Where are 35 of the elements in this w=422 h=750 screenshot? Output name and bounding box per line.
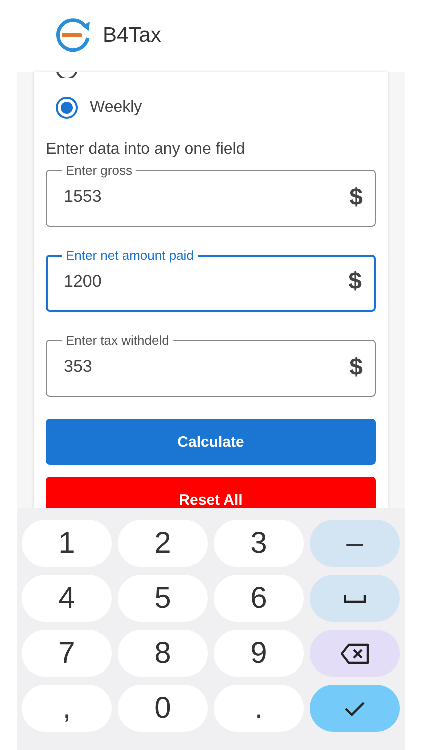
field-label: Enter tax withdeld: [65, 334, 170, 347]
input-field[interactable]: Enter tax withdeld 353 $: [46, 334, 376, 397]
field-value: 353: [64, 358, 94, 377]
option-label: Weekly: [90, 98, 142, 118]
keyboard-key[interactable]: .: [214, 685, 304, 732]
currency-symbol: $: [350, 182, 363, 212]
app-title: B4Tax: [103, 23, 162, 50]
input-field[interactable]: Enter gross 1553 $: [46, 164, 376, 227]
keyboard-key[interactable]: –: [310, 520, 400, 567]
keyboard-key[interactable]: 9: [214, 630, 304, 677]
field-label: Enter net amount paid: [65, 249, 195, 262]
logo-icon: [55, 18, 93, 54]
keyboard-key[interactable]: 3: [214, 520, 304, 567]
keyboard-key[interactable]: 1: [22, 520, 112, 567]
keyboard-key[interactable]: 7: [22, 630, 112, 677]
currency-symbol: $: [348, 267, 362, 297]
keyboard-key[interactable]: ,: [22, 685, 112, 732]
input-field[interactable]: Enter net amount paid 1200 $: [46, 249, 376, 312]
backspace-icon: [340, 642, 370, 664]
keyboard-key[interactable]: 5: [118, 575, 208, 622]
radio-button[interactable]: [56, 97, 78, 119]
backspace-key[interactable]: [310, 630, 400, 677]
check-icon: [345, 702, 365, 716]
currency-symbol: $: [350, 352, 363, 382]
field-value: 1553: [64, 188, 103, 207]
space-icon: [344, 594, 366, 604]
keyboard-key[interactable]: 8: [118, 630, 208, 677]
keyboard-key[interactable]: 4: [22, 575, 112, 622]
field-label: Enter gross: [65, 164, 134, 177]
calculate-button[interactable]: Calculate: [46, 419, 376, 465]
keyboard-key[interactable]: 0: [118, 685, 208, 732]
keyboard-key[interactable]: 2: [118, 520, 208, 567]
keyboard-key[interactable]: 6: [214, 575, 304, 622]
field-value: 1200: [64, 272, 103, 292]
instruction-text: Enter data into any one field: [46, 140, 246, 160]
